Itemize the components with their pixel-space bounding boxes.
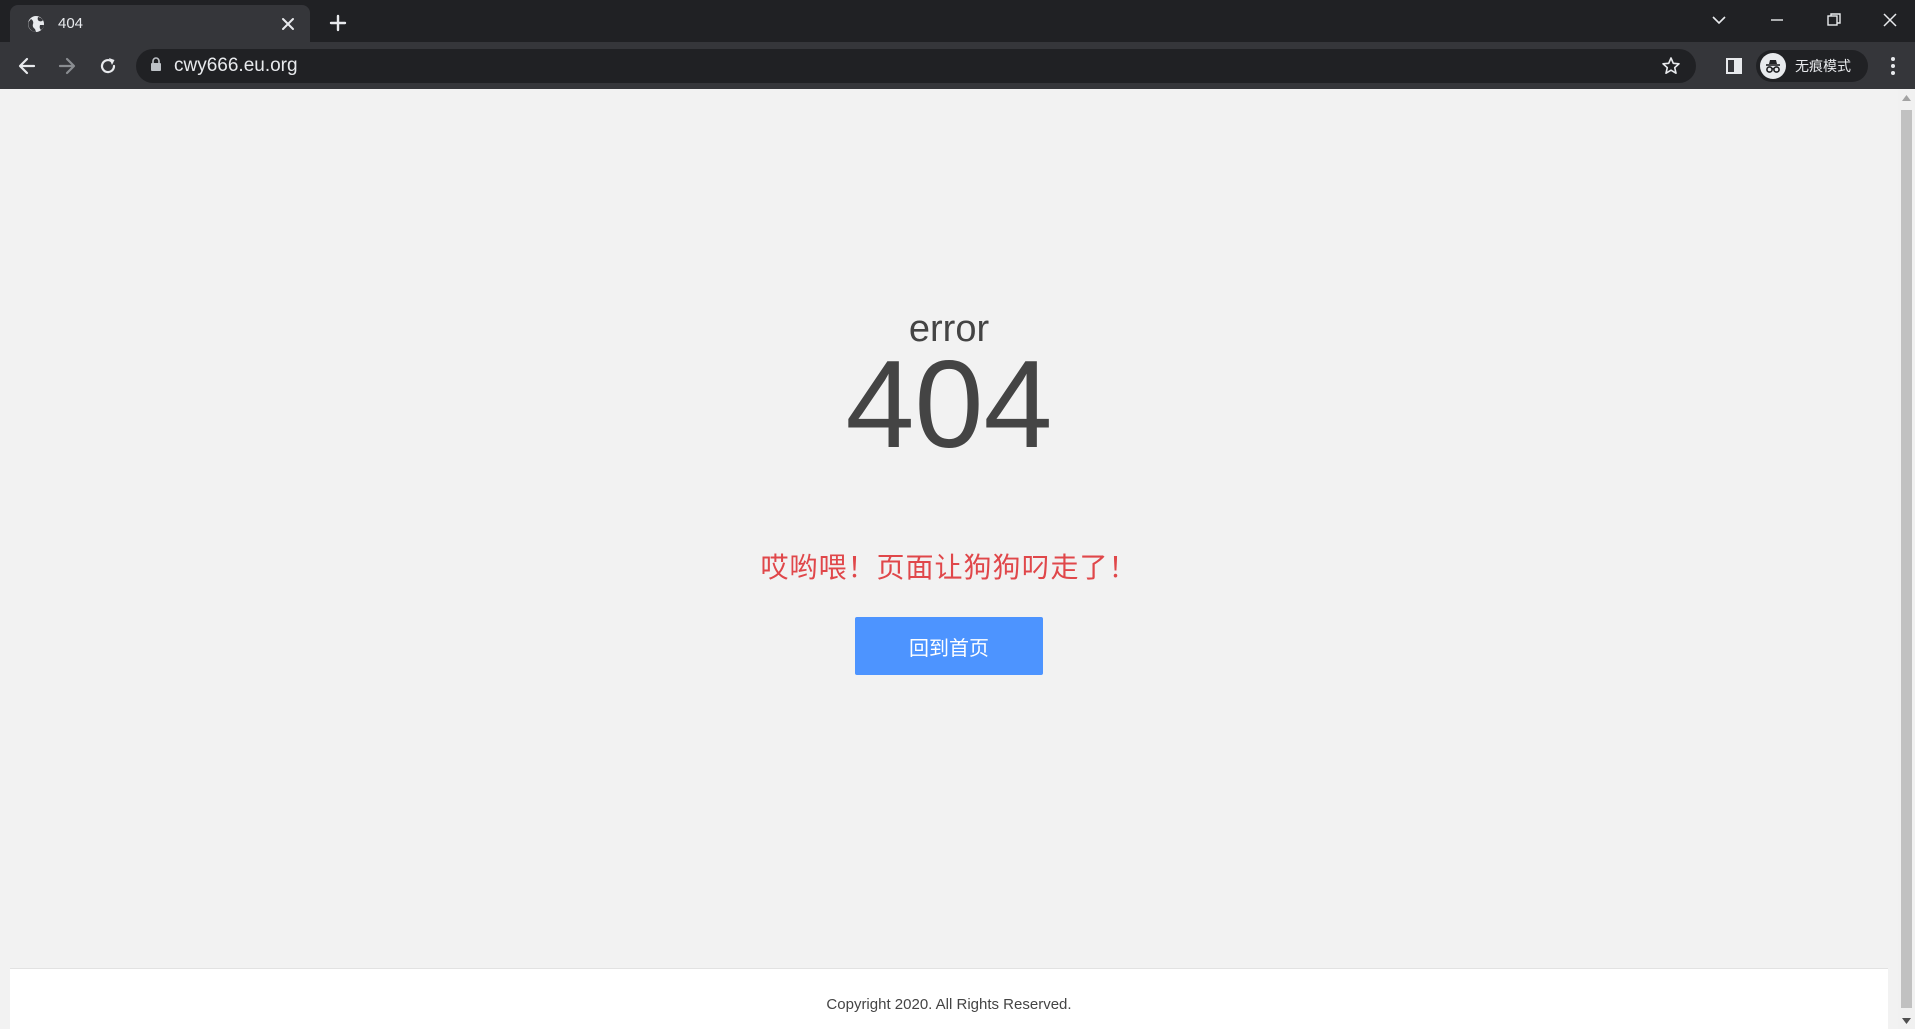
incognito-label: 无痕模式: [1795, 58, 1851, 74]
star-icon[interactable]: [1654, 49, 1688, 83]
back-to-home-button[interactable]: 回到首页: [855, 617, 1043, 675]
back-arrow-icon[interactable]: [11, 50, 43, 82]
url-text[interactable]: cwy666.eu.org: [174, 55, 1654, 77]
page-viewport: error 404 哎哟喂！页面让狗狗叼走了！ 回到首页 Copyright 2…: [0, 89, 1898, 1029]
page-footer: Copyright 2020. All Rights Reserved.: [10, 968, 1888, 1029]
forward-arrow-icon[interactable]: [51, 50, 83, 82]
vertical-scrollbar[interactable]: [1898, 89, 1915, 1029]
plus-icon[interactable]: [325, 10, 351, 36]
reload-icon[interactable]: [92, 50, 124, 82]
restore-icon[interactable]: [1806, 0, 1862, 40]
address-bar[interactable]: cwy666.eu.org: [136, 49, 1696, 83]
window-close-icon[interactable]: [1862, 0, 1915, 40]
active-tab[interactable]: 404: [10, 5, 310, 42]
lock-icon[interactable]: [150, 56, 162, 76]
globe-icon: [26, 14, 46, 34]
scroll-down-arrow-icon[interactable]: [1898, 1012, 1915, 1029]
browser-toolbar: cwy666.eu.org 无痕模式: [0, 42, 1915, 89]
incognito-profile-button[interactable]: 无痕模式: [1756, 50, 1868, 82]
scrollbar-thumb[interactable]: [1901, 110, 1912, 1008]
side-panel-icon[interactable]: [1718, 50, 1750, 82]
error-code: 404: [845, 336, 1053, 474]
scroll-up-arrow-icon[interactable]: [1898, 89, 1915, 106]
tab-title: 404: [58, 15, 84, 32]
incognito-icon: [1760, 53, 1786, 79]
close-icon[interactable]: [278, 14, 298, 34]
error-message: 哎哟喂！页面让狗狗叼走了！: [760, 551, 1138, 584]
copyright-text: Copyright 2020. All Rights Reserved.: [826, 996, 1072, 1013]
minimize-icon[interactable]: [1749, 0, 1805, 40]
tab-strip: 404: [0, 0, 1915, 42]
kebab-menu-icon[interactable]: [1878, 50, 1908, 82]
tab-search-chevron-icon[interactable]: [1691, 0, 1747, 40]
